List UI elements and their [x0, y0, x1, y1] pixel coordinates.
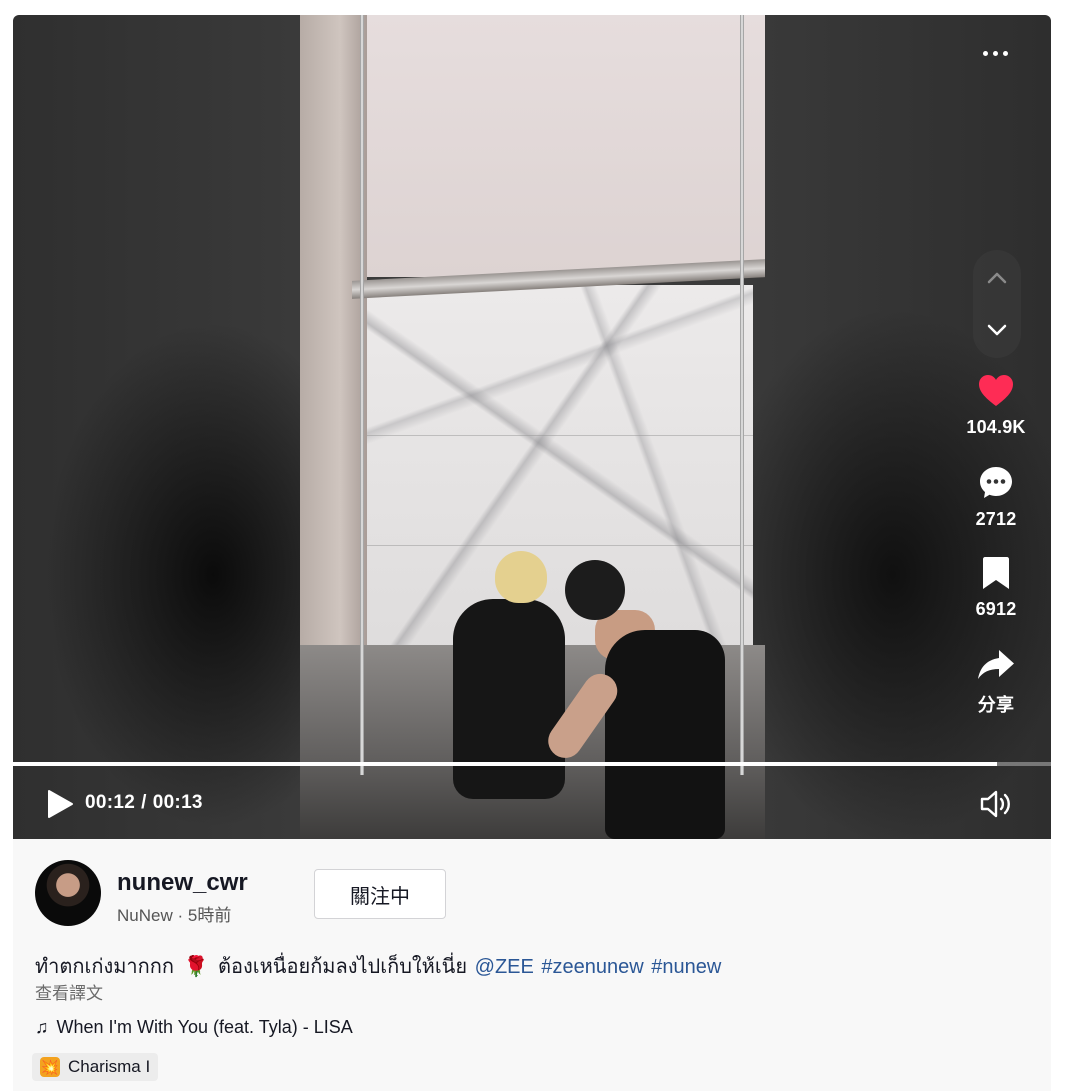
video-progress-fill	[13, 762, 998, 766]
heart-icon	[979, 375, 1013, 406]
playback-time: 00:12/00:13	[85, 792, 203, 814]
video-tile-line	[367, 435, 753, 436]
next-video-button[interactable]	[973, 306, 1021, 354]
music-link[interactable]: ♫ When I'm With You (feat. Tyla) - LISA	[35, 1017, 353, 1038]
total-time: 00:13	[152, 792, 203, 813]
meta-dot: ·	[177, 906, 184, 925]
video-wall	[300, 15, 765, 277]
dot-icon	[1002, 50, 1008, 56]
rose-emoji: 🌹	[183, 956, 209, 978]
effect-label: Charisma I	[68, 1057, 151, 1076]
dot-icon	[982, 50, 988, 56]
author-meta: NuNew · 5時前	[117, 901, 231, 926]
hashtag-link[interactable]: #nunew	[651, 956, 721, 978]
video-frame[interactable]	[300, 15, 765, 839]
dot-icon	[992, 50, 998, 56]
like-button[interactable]	[976, 371, 1016, 411]
save-button[interactable]	[976, 553, 1016, 593]
chevron-up-icon	[987, 272, 1007, 284]
video-nav-pill	[973, 250, 1021, 358]
video-rail	[360, 15, 364, 775]
video-person-right	[541, 560, 745, 839]
video-person-left	[425, 551, 570, 821]
volume-icon	[980, 790, 1010, 818]
like-count: 104.9K	[966, 417, 1026, 437]
share-button[interactable]	[976, 645, 1016, 685]
music-note-icon: ♫	[35, 1017, 49, 1037]
see-translation-link[interactable]: 查看譯文	[35, 979, 103, 1004]
video-pillar	[300, 15, 367, 655]
share-action: 分享	[956, 645, 1036, 717]
video-tile-line	[367, 545, 753, 546]
display-name: NuNew	[117, 906, 173, 925]
comment-button[interactable]	[976, 463, 1016, 503]
more-options-button[interactable]	[975, 45, 1015, 61]
like-action: 104.9K	[956, 371, 1036, 438]
share-arrow-icon	[978, 650, 1014, 679]
following-button[interactable]: 關注中	[314, 869, 446, 919]
comment-count: 2712	[975, 509, 1017, 529]
hashtag-link[interactable]: #zeenunew	[541, 956, 643, 978]
mention-link[interactable]: @ZEE	[475, 956, 534, 978]
play-icon	[48, 790, 73, 818]
caption-text: ต้องเหนื่อยก้มลงไปเก็บให้เนี่ย	[218, 956, 468, 978]
video-caption: ทำตกเก่งมากกก 🌹 ต้องเหนื่อยก้มลงไปเก็บให…	[35, 950, 721, 982]
video-card: 104.9K 2712 6912 分享 00:12 / 00:13 nunew_…	[13, 15, 1051, 1091]
username[interactable]: nunew_cwr	[117, 869, 248, 897]
volume-button[interactable]	[979, 789, 1013, 819]
save-count: 6912	[975, 599, 1017, 619]
video-progress-bar[interactable]	[13, 762, 1051, 766]
time-separator: /	[141, 792, 147, 813]
comment-bubble-icon	[980, 467, 1012, 498]
effect-tag[interactable]: 💥 Charisma I	[32, 1053, 159, 1081]
save-action: 6912	[956, 553, 1036, 620]
caption-text: ทำตกเก่งมากกก	[35, 956, 174, 978]
current-time: 00:12	[85, 792, 136, 813]
post-time: 5時前	[187, 906, 232, 925]
video-player[interactable]: 104.9K 2712 6912 分享 00:12 / 00:13	[13, 15, 1051, 839]
chevron-down-icon	[987, 324, 1007, 336]
share-label: 分享	[977, 695, 1015, 715]
bookmark-icon	[983, 557, 1009, 589]
video-info-panel: nunew_cwr NuNew · 5時前 關注中 ทำตกเก่งมากกก …	[13, 839, 1051, 1091]
avatar[interactable]	[35, 860, 101, 926]
effect-icon: 💥	[40, 1057, 60, 1077]
comment-action: 2712	[956, 463, 1036, 530]
music-title: When I'm With You (feat. Tyla) - LISA	[56, 1017, 353, 1037]
previous-video-button[interactable]	[973, 254, 1021, 302]
play-button[interactable]	[45, 789, 75, 819]
